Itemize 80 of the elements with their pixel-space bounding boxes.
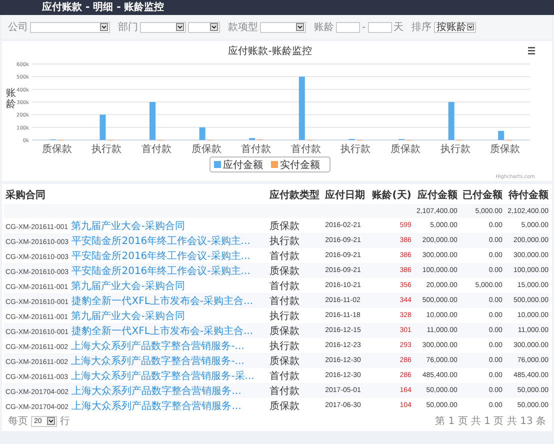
table-cell: 首付款 — [268, 293, 324, 308]
legend-label[interactable]: 应付金额 — [223, 160, 263, 171]
page-status: 第 1 页 共 1 页 共 13 条 — [435, 414, 546, 428]
caret-icon — [47, 417, 55, 425]
unit-label: 天 — [394, 21, 404, 34]
table-cell: 执行款 — [268, 233, 324, 248]
category-label: 质保款 — [191, 144, 222, 155]
filter-label: 排序 — [412, 20, 432, 34]
contract-link[interactable]: 平安陆金所2016年终工作会议-采购主... — [72, 250, 250, 262]
dropdown[interactable] — [140, 22, 186, 32]
bar — [199, 127, 206, 140]
contract-link[interactable]: 第九届产业大会-采购合同 — [71, 310, 185, 322]
table-cell: 首付款 — [268, 383, 324, 398]
table-cell: 执行款 — [268, 338, 324, 353]
legend-swatch — [214, 161, 221, 168]
category-label: 质保款 — [390, 144, 420, 155]
dropdown[interactable] — [30, 22, 110, 32]
category-label: 执行款 — [340, 144, 371, 155]
table-cell: 质保款 — [268, 353, 324, 368]
menu-icon[interactable] — [528, 47, 535, 54]
category-label: 执行款 — [440, 144, 470, 155]
filter-label: 款项型 — [228, 20, 258, 34]
pager-label: 每页 — [8, 415, 28, 428]
caret-icon — [296, 23, 304, 31]
category-label: 首付款 — [290, 144, 321, 155]
contract-link[interactable]: 第九届产业大会-采购合同 — [71, 220, 185, 232]
category-label: 首付款 — [142, 144, 172, 155]
column-header: 已付金额 — [458, 186, 504, 204]
column-header: 待付金额 — [504, 186, 550, 204]
dropdown[interactable] — [260, 22, 306, 32]
input-field[interactable] — [368, 22, 392, 32]
contract-link[interactable]: 上海大众系列产品数字整合营销服务-... — [71, 356, 244, 366]
caret-icon — [466, 23, 474, 31]
contract-link[interactable]: 上海大众系列产品数字整合营销服务-采... — [71, 370, 254, 382]
contract-link[interactable]: 上海大众系列产品数字整合营销服务... — [72, 400, 242, 412]
category-label: 质保款 — [42, 144, 72, 155]
input-field[interactable] — [336, 22, 360, 32]
contract-link[interactable]: 第九届产业大会-采购合同 — [71, 280, 185, 292]
legend-label[interactable]: 实付金额 — [280, 160, 320, 171]
column-header: 应付金额 — [412, 186, 459, 204]
table-cell: 首付款 — [268, 278, 324, 293]
table-cell: 质保款 — [268, 398, 324, 413]
page-title: 应付账款 - 明细 - 账龄监控 — [42, 0, 164, 15]
category-label: 质保款 — [490, 144, 520, 155]
column-header: 应付日期 — [324, 186, 369, 204]
contract-link[interactable]: 上海大众系列产品数字整合营销服务... — [72, 386, 242, 396]
axis-title: 账龄 — [6, 88, 16, 110]
filter-label: 部门 — [118, 20, 138, 34]
filter-label: 公司 — [8, 21, 28, 34]
table-cell: 执行款 — [268, 308, 324, 323]
bar — [150, 102, 156, 140]
bar — [298, 76, 305, 140]
caret-icon — [176, 23, 184, 31]
bar — [100, 114, 106, 140]
table-cell: 首付款 — [268, 368, 324, 383]
chart-title: 应付账款-账龄监控 — [228, 46, 312, 57]
table-cell: 质保款 — [268, 323, 324, 338]
bar — [448, 102, 454, 140]
dropdown[interactable]: 按账龄 — [434, 22, 476, 32]
contract-link[interactable]: 平安陆金所2016年终工作会议-采购主... — [72, 236, 250, 246]
column-header: 采购合同 — [4, 186, 268, 204]
table-cell: 质保款 — [268, 263, 324, 278]
table-cell: 质保款 — [268, 218, 324, 233]
bar — [498, 130, 504, 140]
pager-label: 行 — [60, 415, 70, 428]
legend-swatch — [271, 161, 278, 168]
contract-link[interactable]: 上海大众系列产品数字整合营销服务-... — [71, 340, 244, 352]
contract-link[interactable]: 捷豹全新一代XFL上市发布会-采购主合... — [72, 326, 254, 336]
contract-link[interactable]: 捷豹全新一代XFL上市发布会-采购主合... — [72, 296, 254, 306]
dropdown[interactable] — [188, 22, 220, 32]
contract-link[interactable]: 平安陆金所2016年终工作会议-采购主... — [72, 266, 250, 276]
range-separator: - — [362, 22, 366, 32]
filter-label: 账龄 — [314, 20, 334, 34]
category-label: 首付款 — [241, 144, 272, 155]
caret-icon — [100, 23, 108, 31]
category-label: 执行款 — [92, 144, 122, 155]
column-header: 应付款类型 — [268, 186, 324, 204]
column-header: 账龄(天) — [368, 186, 413, 204]
table-cell: 首付款 — [268, 248, 324, 263]
caret-icon — [210, 23, 218, 31]
